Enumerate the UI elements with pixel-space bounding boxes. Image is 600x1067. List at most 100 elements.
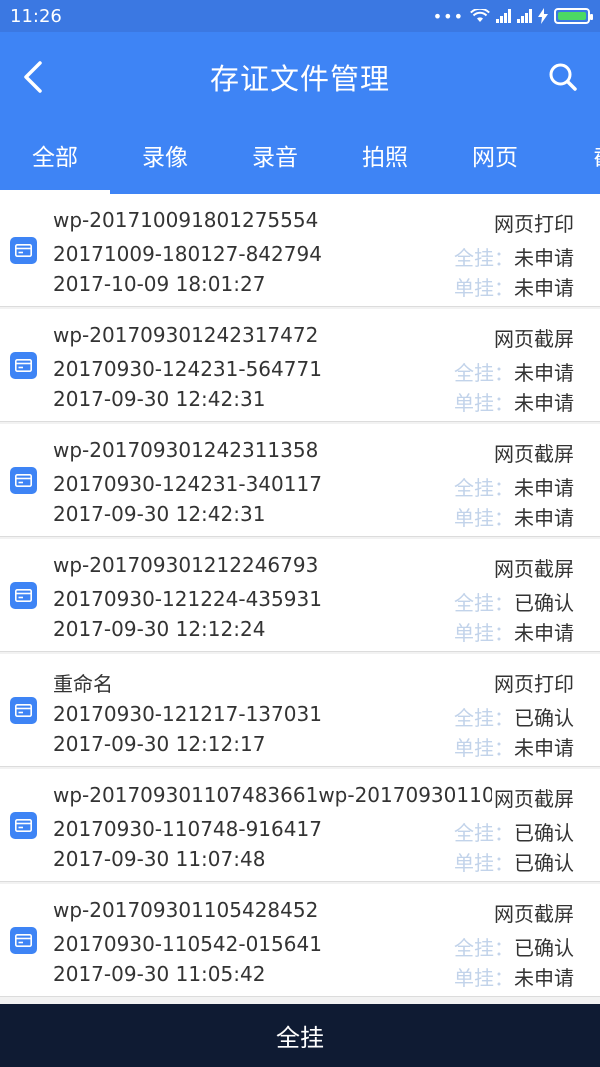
single-status-value: 未申请 [514,276,574,300]
all-status-label: 全挂： [454,706,514,730]
item-type: 网页截屏 [492,898,574,927]
file-card-icon [10,467,37,494]
item-all-status: 全挂：已确认 [454,817,574,846]
all-status-value: 已确认 [514,591,574,615]
single-status-label: 单挂： [454,276,514,300]
item-title: wp-201710091801275554 [53,208,319,232]
item-type: 网页打印 [492,668,574,697]
single-status-value: 未申请 [514,506,574,530]
item-single-status: 单挂：已确认 [454,847,574,876]
list-item[interactable]: wp-201709301107483661wp-201709301107 网页截… [0,769,600,882]
category-tabs: 全部 录像 录音 拍照 网页 截 [0,130,600,194]
list-item[interactable]: wp-201709301105428452 网页截屏 20170930-1105… [0,884,600,997]
single-status-value: 未申请 [514,966,574,990]
item-time: 2017-09-30 11:05:42 [53,962,266,986]
all-status-label: 全挂： [454,936,514,960]
tab-video[interactable]: 录像 [110,130,220,194]
nav-bar: 存证文件管理 [0,32,600,122]
item-single-status: 单挂：未申请 [454,732,574,761]
list-item[interactable]: 重命名 网页打印 20170930-121217-137031 2017-09-… [0,654,600,767]
item-time: 2017-10-09 18:01:27 [53,272,266,296]
item-all-status: 全挂：已确认 [454,932,574,961]
all-attach-button[interactable]: 全挂 [0,1004,600,1067]
all-status-value: 未申请 [514,361,574,385]
all-status-value: 未申请 [514,476,574,500]
single-status-label: 单挂： [454,966,514,990]
list-item[interactable]: wp-201710091801275554 网页打印 20171009-1801… [0,194,600,307]
file-card-icon [10,582,37,609]
evidence-file-list: wp-201710091801275554 网页打印 20171009-1801… [0,194,600,1004]
page-title: 存证文件管理 [209,62,390,96]
item-title: wp-201709301212246793 [53,553,319,577]
file-card-icon [10,927,37,954]
single-status-value: 未申请 [514,736,574,760]
item-time: 2017-09-30 12:42:31 [53,387,266,411]
item-code: 20170930-121217-137031 [53,702,322,726]
single-status-label: 单挂： [454,851,514,875]
all-status-value: 已确认 [514,936,574,960]
tab-screenshot[interactable]: 截 [550,130,600,194]
tab-audio[interactable]: 录音 [220,130,330,194]
item-title: 重命名 [53,672,113,696]
status-time: 11:26 [10,5,62,27]
item-type: 网页截屏 [492,438,574,467]
all-status-value: 未申请 [514,246,574,270]
status-icons: ••• [433,7,593,26]
file-card-icon [10,237,37,264]
item-single-status: 单挂：未申请 [454,272,574,301]
item-time: 2017-09-30 12:42:31 [53,502,266,526]
item-type: 网页截屏 [492,323,574,352]
item-time: 2017-09-30 12:12:17 [53,732,266,756]
single-status-value: 已确认 [514,851,574,875]
item-all-status: 全挂：未申请 [454,472,574,501]
all-status-label: 全挂： [454,246,514,270]
item-all-status: 全挂：未申请 [454,242,574,271]
all-status-label: 全挂： [454,476,514,500]
charging-icon [538,8,548,24]
item-code: 20170930-121224-435931 [53,587,322,611]
item-time: 2017-09-30 12:12:24 [53,617,266,641]
single-status-label: 单挂： [454,736,514,760]
item-title: wp-201709301242317472 [53,323,319,347]
item-single-status: 单挂：未申请 [454,502,574,531]
item-type: 网页打印 [492,208,574,237]
item-all-status: 全挂：已确认 [454,587,574,616]
search-icon[interactable] [548,62,578,92]
status-bar: 11:26 ••• [0,0,600,32]
all-status-label: 全挂： [454,591,514,615]
back-arrow-icon[interactable] [18,60,48,94]
item-time: 2017-09-30 11:07:48 [53,847,266,871]
list-item[interactable]: wp-201709301242311358 网页截屏 20170930-1242… [0,424,600,537]
single-status-label: 单挂： [454,391,514,415]
file-card-icon [10,352,37,379]
item-type: 网页截屏 [492,553,574,582]
item-code: 20170930-110542-015641 [53,932,322,956]
signal-icon [517,9,532,23]
all-status-value: 已确认 [514,821,574,845]
all-status-label: 全挂： [454,821,514,845]
signal-icon [496,9,511,23]
list-item[interactable]: wp-201709301212246793 网页截屏 20170930-1212… [0,539,600,652]
item-type: 网页截屏 [492,783,574,812]
tab-all[interactable]: 全部 [0,130,110,194]
tab-webpage[interactable]: 网页 [440,130,550,194]
single-status-value: 未申请 [514,621,574,645]
item-single-status: 单挂：未申请 [454,387,574,416]
tab-photo[interactable]: 拍照 [330,130,440,194]
item-code: 20170930-110748-916417 [53,817,322,841]
list-item[interactable]: wp-201709301242317472 网页截屏 20170930-1242… [0,309,600,422]
item-code: 20171009-180127-842794 [53,242,322,266]
file-card-icon [10,812,37,839]
single-status-label: 单挂： [454,621,514,645]
single-status-label: 单挂： [454,506,514,530]
item-code: 20170930-124231-564771 [53,357,322,381]
all-status-label: 全挂： [454,361,514,385]
item-title: wp-201709301107483661wp-201709301107 [53,783,493,807]
item-title: wp-201709301242311358 [53,438,319,462]
item-title: wp-201709301105428452 [53,898,319,922]
item-all-status: 全挂：未申请 [454,357,574,386]
item-all-status: 全挂：已确认 [454,702,574,731]
battery-icon [554,8,593,24]
item-single-status: 单挂：未申请 [454,617,574,646]
wifi-icon [470,9,490,22]
